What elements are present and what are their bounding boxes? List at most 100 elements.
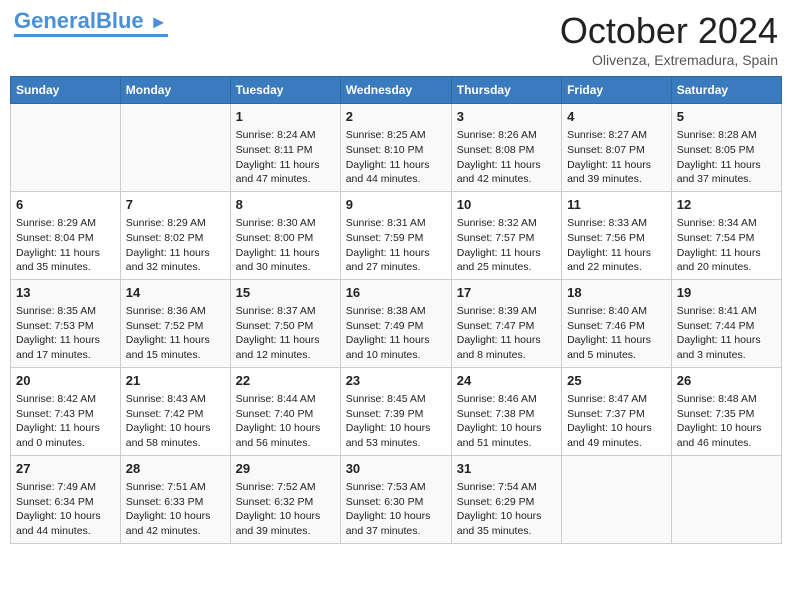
month-title: October 2024 <box>560 10 778 52</box>
day-info: Sunset: 7:44 PM <box>677 319 776 334</box>
day-info: Daylight: 11 hours and 27 minutes. <box>346 246 446 275</box>
day-info: Daylight: 11 hours and 15 minutes. <box>126 333 225 362</box>
day-info: Sunrise: 7:49 AM <box>16 480 115 495</box>
day-info: Sunset: 7:37 PM <box>567 407 666 422</box>
day-info: Sunrise: 8:47 AM <box>567 392 666 407</box>
day-info: Sunset: 7:47 PM <box>457 319 556 334</box>
day-info: Daylight: 11 hours and 12 minutes. <box>236 333 335 362</box>
day-number: 31 <box>457 460 556 478</box>
day-info: Daylight: 10 hours and 49 minutes. <box>567 421 666 450</box>
logo: GeneralBlue ► <box>14 10 168 37</box>
day-number: 20 <box>16 372 115 390</box>
col-header-tuesday: Tuesday <box>230 77 340 104</box>
day-info: Sunset: 7:42 PM <box>126 407 225 422</box>
day-cell: 25 Sunrise: 8:47 AMSunset: 7:37 PMDayligh… <box>562 367 672 455</box>
day-info: Daylight: 11 hours and 10 minutes. <box>346 333 446 362</box>
day-info: Daylight: 11 hours and 35 minutes. <box>16 246 115 275</box>
day-info: Daylight: 11 hours and 39 minutes. <box>567 158 666 187</box>
day-number: 29 <box>236 460 335 478</box>
day-cell: 11Sunrise: 8:33 AMSunset: 7:56 PMDayligh… <box>562 191 672 279</box>
day-info: Sunrise: 8:40 AM <box>567 304 666 319</box>
logo-general: General <box>14 8 96 33</box>
day-cell: 20Sunrise: 8:42 AMSunset: 7:43 PMDayligh… <box>11 367 121 455</box>
day-cell: 17Sunrise: 8:39 AMSunset: 7:47 PMDayligh… <box>451 279 561 367</box>
day-info: Sunrise: 8:42 AM <box>16 392 115 407</box>
day-info: Sunset: 7:38 PM <box>457 407 556 422</box>
day-info: Sunset: 7:52 PM <box>126 319 225 334</box>
day-cell <box>562 455 672 543</box>
day-info: Sunrise: 8:45 AM <box>346 392 446 407</box>
day-number: 13 <box>16 284 115 302</box>
day-number: 19 <box>677 284 776 302</box>
day-info: Sunrise: 8:38 AM <box>346 304 446 319</box>
day-info: Sunrise: 8:41 AM <box>677 304 776 319</box>
day-info: Sunset: 8:07 PM <box>567 143 666 158</box>
day-number: 15 <box>236 284 335 302</box>
day-number: 22 <box>236 372 335 390</box>
day-number: 16 <box>346 284 446 302</box>
week-row-4: 20Sunrise: 8:42 AMSunset: 7:43 PMDayligh… <box>11 367 782 455</box>
day-number: 24 <box>457 372 556 390</box>
day-info: Sunset: 6:30 PM <box>346 495 446 510</box>
day-number: 26 <box>677 372 776 390</box>
day-number: 9 <box>346 196 446 214</box>
day-cell: 10Sunrise: 8:32 AMSunset: 7:57 PMDayligh… <box>451 191 561 279</box>
day-info: Sunset: 7:50 PM <box>236 319 335 334</box>
day-info: Sunrise: 8:26 AM <box>457 128 556 143</box>
day-cell: 13 Sunrise: 8:35 AMSunset: 7:53 PMDayligh… <box>11 279 121 367</box>
day-cell: 30 Sunrise: 7:53 AMSunset: 6:30 PMDayligh… <box>340 455 451 543</box>
col-header-sunday: Sunday <box>11 77 121 104</box>
day-info: Sunrise: 7:53 AM <box>346 480 446 495</box>
day-info: Daylight: 11 hours and 17 minutes. <box>16 333 115 362</box>
day-info: Sunset: 7:59 PM <box>346 231 446 246</box>
day-info: Sunset: 8:04 PM <box>16 231 115 246</box>
week-row-1: 1Sunrise: 8:24 AMSunset: 8:11 PMDaylight… <box>11 104 782 192</box>
day-info: Daylight: 11 hours and 0 minutes. <box>16 421 115 450</box>
day-cell <box>671 455 781 543</box>
day-info: Sunrise: 7:52 AM <box>236 480 335 495</box>
day-info: Sunset: 7:53 PM <box>16 319 115 334</box>
day-info: Daylight: 10 hours and 44 minutes. <box>16 509 115 538</box>
day-number: 3 <box>457 108 556 126</box>
day-cell <box>11 104 121 192</box>
day-info: Sunset: 7:46 PM <box>567 319 666 334</box>
calendar-table: SundayMondayTuesdayWednesdayThursdayFrid… <box>10 76 782 544</box>
day-info: Daylight: 11 hours and 37 minutes. <box>677 158 776 187</box>
day-info: Daylight: 10 hours and 39 minutes. <box>236 509 335 538</box>
week-row-2: 6Sunrise: 8:29 AMSunset: 8:04 PMDaylight… <box>11 191 782 279</box>
day-info: Sunset: 7:57 PM <box>457 231 556 246</box>
day-info: Sunrise: 7:51 AM <box>126 480 225 495</box>
day-info: Sunrise: 7:54 AM <box>457 480 556 495</box>
day-info: Daylight: 11 hours and 8 minutes. <box>457 333 556 362</box>
day-number: 17 <box>457 284 556 302</box>
day-info: Sunset: 8:05 PM <box>677 143 776 158</box>
logo-text: GeneralBlue ► <box>14 10 168 32</box>
day-cell: 27Sunrise: 7:49 AMSunset: 6:34 PMDayligh… <box>11 455 121 543</box>
day-cell: 1Sunrise: 8:24 AMSunset: 8:11 PMDaylight… <box>230 104 340 192</box>
day-number: 30 <box>346 460 446 478</box>
day-info: Sunset: 8:00 PM <box>236 231 335 246</box>
day-info: Sunset: 6:29 PM <box>457 495 556 510</box>
day-info: Daylight: 10 hours and 37 minutes. <box>346 509 446 538</box>
day-info: Sunrise: 8:30 AM <box>236 216 335 231</box>
day-cell: 29Sunrise: 7:52 AMSunset: 6:32 PMDayligh… <box>230 455 340 543</box>
logo-blue: Blue <box>96 8 144 33</box>
day-info: Sunrise: 8:33 AM <box>567 216 666 231</box>
day-info: Sunrise: 8:46 AM <box>457 392 556 407</box>
day-cell: 15Sunrise: 8:37 AMSunset: 7:50 PMDayligh… <box>230 279 340 367</box>
day-info: Sunrise: 8:34 AM <box>677 216 776 231</box>
day-info: Sunset: 7:56 PM <box>567 231 666 246</box>
day-info: Daylight: 11 hours and 22 minutes. <box>567 246 666 275</box>
page-header: GeneralBlue ► October 2024 Olivenza, Ext… <box>10 10 782 68</box>
day-number: 23 <box>346 372 446 390</box>
day-number: 25 <box>567 372 666 390</box>
day-info: Sunset: 7:40 PM <box>236 407 335 422</box>
day-number: 6 <box>16 196 115 214</box>
day-info: Sunrise: 8:44 AM <box>236 392 335 407</box>
day-info: Sunset: 8:11 PM <box>236 143 335 158</box>
day-info: Sunrise: 8:35 AM <box>16 304 115 319</box>
day-cell: 23Sunrise: 8:45 AMSunset: 7:39 PMDayligh… <box>340 367 451 455</box>
day-cell <box>120 104 230 192</box>
day-info: Sunset: 6:33 PM <box>126 495 225 510</box>
day-cell: 3Sunrise: 8:26 AMSunset: 8:08 PMDaylight… <box>451 104 561 192</box>
